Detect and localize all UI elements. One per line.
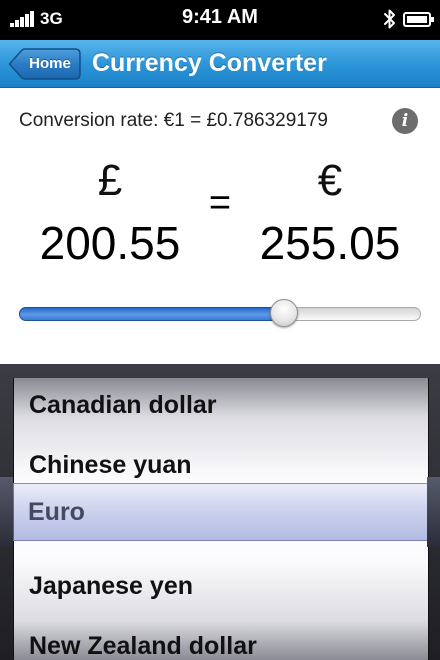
page-title: Currency Converter (92, 49, 327, 77)
converter-panel: Conversion rate: €1 = £0.786329179 i £ 2… (0, 88, 440, 364)
slider-thumb[interactable] (270, 299, 299, 327)
picker-item[interactable]: Canadian dollar (29, 378, 217, 435)
picker-selection-edge-left (0, 477, 13, 547)
slider-fill (19, 307, 285, 321)
battery-icon (403, 12, 434, 27)
picker-selection-bar[interactable]: Euro (13, 483, 427, 541)
amount-slider[interactable] (19, 299, 421, 327)
to-currency-symbol: € (317, 156, 343, 205)
conversion-rate-label: Conversion rate: €1 = £0.786329179 (19, 110, 328, 131)
home-back-button[interactable]: Home (8, 48, 81, 80)
picker-item[interactable]: Japanese yen (29, 556, 193, 616)
home-back-label: Home (29, 55, 71, 72)
picker-selected-item[interactable]: Euro (28, 482, 85, 542)
picker-item[interactable]: New Zealand dollar (29, 616, 257, 660)
to-amount: 255.05 (259, 217, 401, 269)
info-icon[interactable]: i (392, 108, 418, 134)
currency-picker[interactable]: Canadian dollar Chinese yuan Japanese ye… (0, 364, 440, 660)
navigation-bar: Home Currency Converter (0, 40, 440, 88)
status-time: 9:41 AM (182, 6, 258, 28)
status-bar: 3G 9:41 AM (0, 0, 440, 40)
bluetooth-icon (384, 9, 395, 29)
from-amount: 200.55 (39, 217, 181, 269)
picker-selection-edge-right (427, 477, 440, 547)
from-currency-symbol: £ (97, 156, 123, 205)
